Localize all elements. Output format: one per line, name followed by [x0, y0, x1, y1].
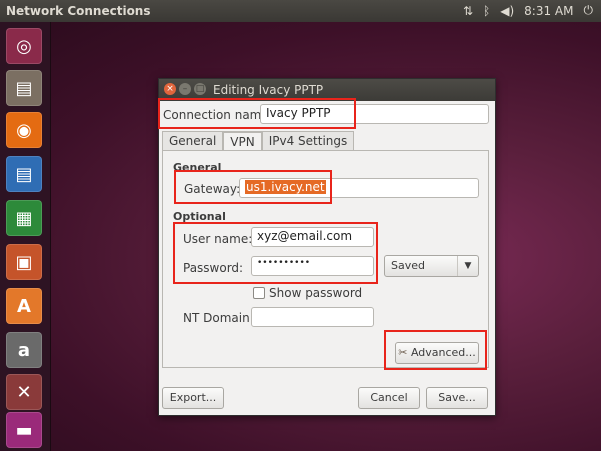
password-storage-value: Saved [391, 259, 425, 272]
export-button[interactable]: Export... [162, 387, 224, 409]
save-button[interactable]: Save... [426, 387, 488, 409]
network-app-icon[interactable]: ▬ [6, 412, 42, 448]
launcher: ◎ ▤ ◉ ▤ ▦ ▣ A a ✕ ▬ [0, 22, 51, 451]
network-icon[interactable]: ⇅ [463, 4, 473, 18]
impress-icon[interactable]: ▣ [6, 244, 42, 280]
minimize-icon[interactable]: – [179, 83, 191, 95]
password-storage-select[interactable]: Saved ▼ [384, 255, 479, 277]
nt-domain-field[interactable] [251, 307, 374, 327]
tab-vpn[interactable]: VPN [223, 131, 262, 151]
show-password-checkbox[interactable] [253, 287, 265, 299]
system-settings-icon[interactable]: ✕ [6, 374, 42, 410]
highlight-advanced [384, 330, 487, 370]
bluetooth-icon[interactable]: ᛒ [483, 4, 490, 18]
power-icon[interactable]: ⏻ [584, 3, 594, 18]
software-center-icon[interactable]: A [6, 288, 42, 324]
tab-ipv4-settings[interactable]: IPv4 Settings [261, 131, 355, 151]
volume-icon[interactable]: ◀) [500, 4, 514, 18]
show-password-label[interactable]: Show password [269, 286, 362, 300]
highlight-connection-name [158, 98, 356, 129]
maximize-icon[interactable]: □ [194, 83, 206, 95]
chevron-down-icon: ▼ [457, 256, 478, 276]
nt-domain-label: NT Domain: [183, 311, 254, 325]
tab-general[interactable]: General [162, 131, 224, 151]
top-panel: Network Connections ⇅ ᛒ ◀) 8:31 AM ⏻ [0, 0, 601, 22]
ubuntu-dash-icon[interactable]: ◎ [6, 28, 42, 64]
files-icon[interactable]: ▤ [6, 70, 42, 106]
dialog-title: Editing Ivacy PPTP [213, 83, 324, 97]
close-icon[interactable]: × [164, 83, 176, 95]
cancel-button[interactable]: Cancel [358, 387, 420, 409]
calc-icon[interactable]: ▦ [6, 200, 42, 236]
highlight-credentials [173, 222, 378, 284]
writer-icon[interactable]: ▤ [6, 156, 42, 192]
tab-bar: General VPN IPv4 Settings [162, 131, 355, 151]
clock[interactable]: 8:31 AM [524, 4, 573, 18]
window-title: Network Connections [6, 4, 151, 18]
amazon-icon[interactable]: a [6, 332, 42, 368]
firefox-icon[interactable]: ◉ [6, 112, 42, 148]
system-tray: ⇅ ᛒ ◀) 8:31 AM ⏻ [463, 3, 593, 18]
highlight-gateway [174, 170, 332, 204]
